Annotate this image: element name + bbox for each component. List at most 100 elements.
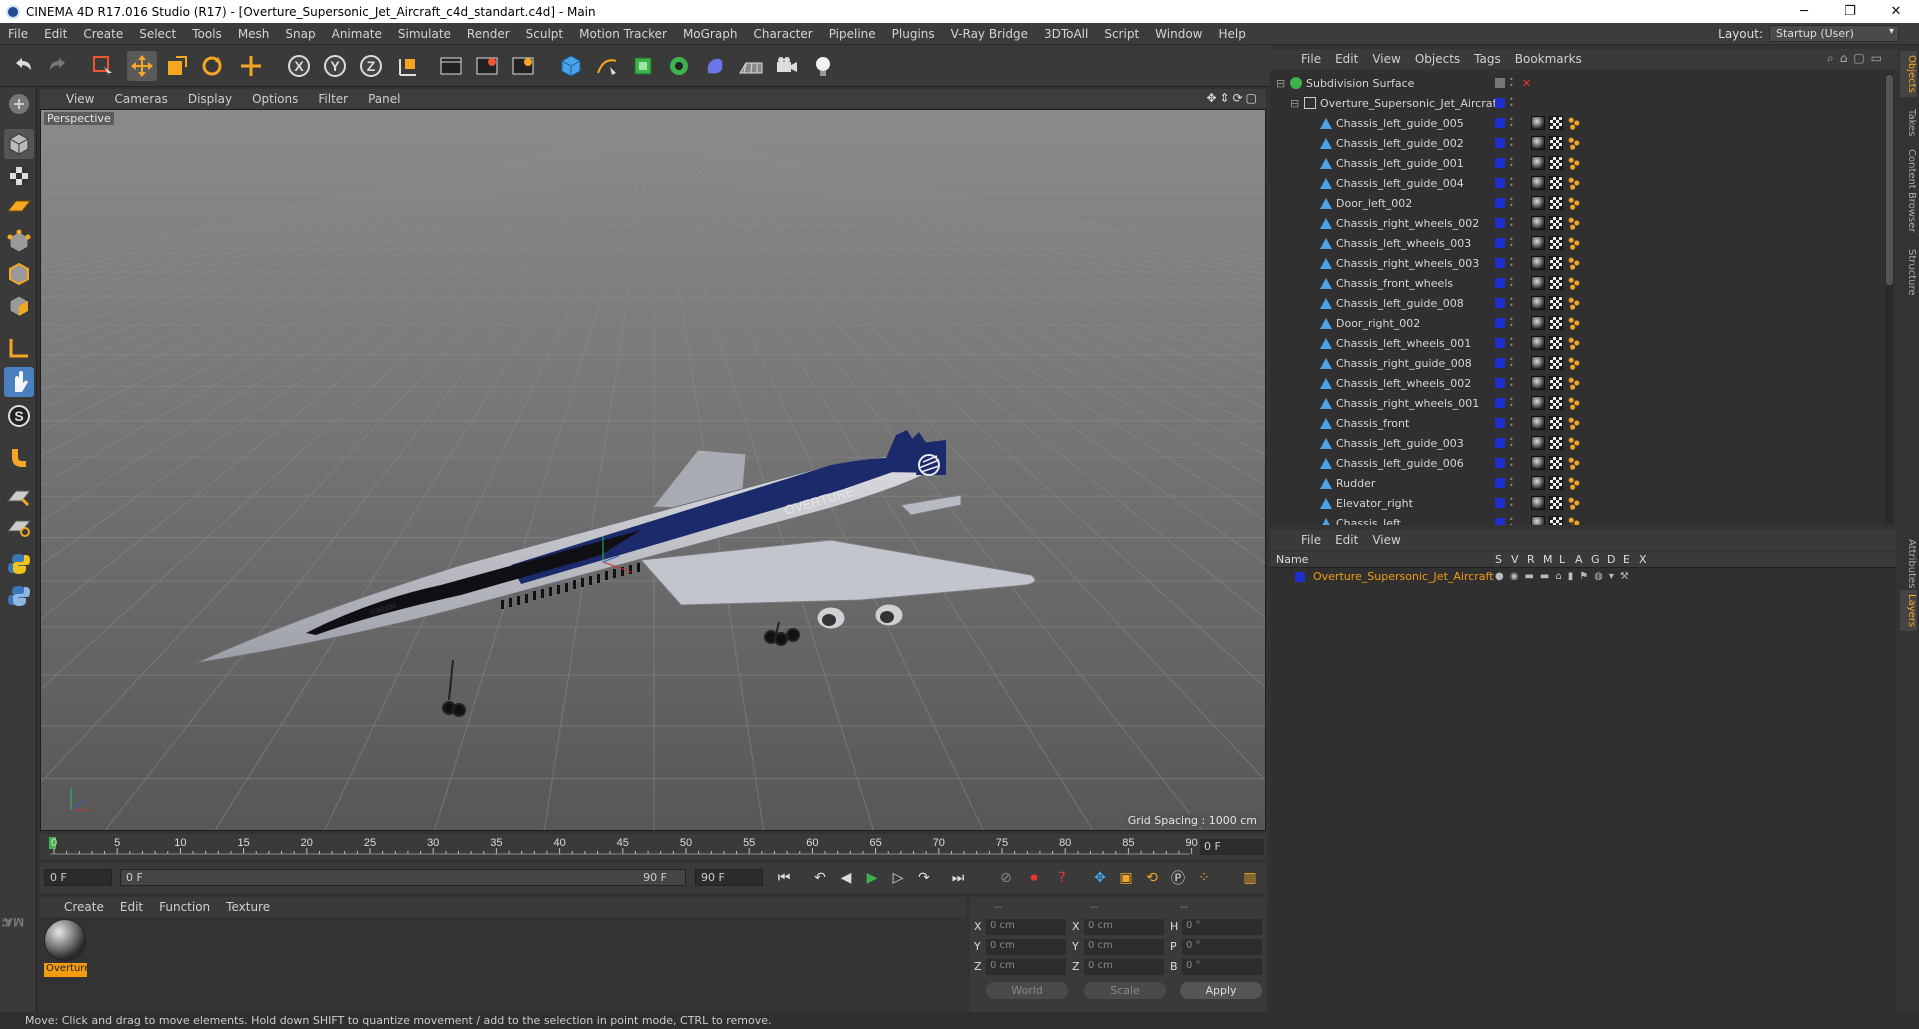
subdivision-surface-icon[interactable] — [628, 51, 658, 81]
layer-color-chip[interactable] — [1495, 178, 1505, 188]
undo-icon[interactable] — [8, 51, 38, 81]
make-editable-icon[interactable] — [4, 89, 34, 119]
object-row[interactable]: Chassis_left_wheels_002 • • — [1270, 373, 1884, 393]
object-name[interactable]: Rudder — [1336, 477, 1375, 490]
size-mode-select[interactable]: Scale — [1084, 982, 1166, 999]
object-name[interactable]: Chassis_right_wheels_002 — [1336, 217, 1479, 230]
material-menu-function[interactable]: Function — [151, 900, 218, 914]
object-name[interactable]: Chassis_left_wheels_003 — [1336, 237, 1471, 250]
object-row[interactable]: Door_left_002 • • — [1270, 193, 1884, 213]
selection-tag-icon[interactable] — [1567, 116, 1581, 130]
tweak-mode-icon[interactable] — [4, 367, 34, 397]
layer-color-chip[interactable] — [1495, 478, 1505, 488]
object-name[interactable]: Chassis_left_wheels_001 — [1336, 337, 1471, 350]
camera-object-icon[interactable] — [772, 51, 802, 81]
selection-tag-icon[interactable] — [1567, 336, 1581, 350]
uvw-tag-icon[interactable] — [1549, 196, 1563, 210]
layer-color-chip[interactable] — [1495, 338, 1505, 348]
layer-col-render[interactable]: R — [1527, 553, 1535, 566]
layer-row[interactable]: Overture_Supersonic_Jet_Aircraft ●◉▬▬⌂▮⚑… — [1270, 568, 1896, 586]
menu-window[interactable]: Window — [1147, 27, 1210, 41]
material-tag-icon[interactable] — [1531, 436, 1545, 450]
scale-tool-icon[interactable] — [162, 51, 192, 81]
pen-spline-icon[interactable] — [592, 51, 622, 81]
next-key-icon[interactable]: ↷ — [912, 867, 936, 889]
layer-color-chip[interactable] — [1495, 298, 1505, 308]
viewport-menu-view[interactable]: View — [56, 92, 104, 106]
z-axis-lock-icon[interactable]: Z — [356, 51, 386, 81]
previous-key-icon[interactable]: ↶ — [808, 867, 832, 889]
edges-mode-icon[interactable] — [4, 259, 34, 289]
material-preview-sphere[interactable] — [44, 919, 86, 961]
menu-3dtoall[interactable]: 3DToAll — [1036, 27, 1096, 41]
size-x-field[interactable]: 0 cm — [1084, 919, 1164, 935]
object-row[interactable]: Door_right_002 • • — [1270, 313, 1884, 333]
layer-col-manager[interactable]: M — [1543, 553, 1553, 566]
object-row[interactable]: Chassis_left_guide_004 • • — [1270, 173, 1884, 193]
render-view-icon[interactable] — [436, 51, 466, 81]
object-row[interactable]: Chassis_left •• — [1270, 513, 1884, 525]
layer-color-chip[interactable] — [1495, 118, 1505, 128]
visibility-toggle-dots[interactable]: •• — [1509, 356, 1514, 370]
selection-tag-icon[interactable] — [1567, 136, 1581, 150]
rotate-tool-icon[interactable] — [197, 51, 227, 81]
magnet-icon[interactable] — [4, 441, 34, 471]
3d-viewport[interactable]: OVERTURE N3800M Perspective Grid Spacing… — [40, 109, 1266, 831]
selection-tag-icon[interactable] — [1567, 316, 1581, 330]
layer-color-chip[interactable] — [1495, 258, 1505, 268]
object-row[interactable]: Chassis_front • • — [1270, 413, 1884, 433]
minimize-button[interactable]: ─ — [1781, 0, 1827, 23]
cube-object-icon[interactable] — [556, 51, 586, 81]
menu-select[interactable]: Select — [131, 27, 184, 41]
layer-col-generators[interactable]: G — [1591, 553, 1600, 566]
material-tag-icon[interactable] — [1531, 216, 1545, 230]
layer-color-chip[interactable] — [1495, 358, 1505, 368]
object-name[interactable]: Overture_Supersonic_Jet_Aircraft — [1320, 97, 1501, 110]
uvw-tag-icon[interactable] — [1549, 376, 1563, 390]
selection-tag-icon[interactable] — [1567, 196, 1581, 210]
object-name[interactable]: Chassis_left_guide_004 — [1336, 177, 1464, 190]
layer-toggle-icons[interactable]: ●◉▬▬⌂▮⚑◍▾⚒ — [1495, 571, 1635, 582]
visibility-toggle-dots[interactable]: •• — [1509, 236, 1514, 250]
selection-tag-icon[interactable] — [1567, 376, 1581, 390]
visibility-toggle-dots[interactable]: •• — [1509, 156, 1514, 170]
object-row[interactable]: Chassis_left_guide_008 • • — [1270, 293, 1884, 313]
live-selection-icon[interactable] — [88, 51, 118, 81]
render-picture-viewer-icon[interactable] — [472, 51, 502, 81]
visibility-toggle-dots[interactable]: •• — [1509, 116, 1514, 130]
layer-col-deformers[interactable]: D — [1607, 553, 1615, 566]
cloner-icon[interactable] — [664, 51, 694, 81]
selection-tag-icon[interactable] — [1567, 456, 1581, 470]
viewport-menu-display[interactable]: Display — [178, 92, 242, 106]
layout-select[interactable]: Startup (User) — [1769, 25, 1899, 42]
material-tag-icon[interactable] — [1531, 376, 1545, 390]
uvw-tag-icon[interactable] — [1549, 176, 1563, 190]
selection-tag-icon[interactable] — [1567, 416, 1581, 430]
object-row[interactable]: Chassis_right_wheels_002 • • — [1270, 213, 1884, 233]
menu-mesh[interactable]: Mesh — [230, 27, 278, 41]
model-mode-icon[interactable] — [4, 129, 34, 159]
play-forward-icon[interactable]: ▶ — [860, 867, 884, 889]
material-tag-icon[interactable] — [1531, 296, 1545, 310]
go-to-start-icon[interactable]: ⏮ — [772, 867, 796, 889]
object-name[interactable]: Subdivision Surface — [1306, 77, 1414, 90]
object-name[interactable]: Chassis_front_wheels — [1336, 277, 1453, 290]
object-name[interactable]: Chassis_right_wheels_001 — [1336, 397, 1479, 410]
layers-menu-file[interactable]: File — [1294, 533, 1328, 547]
key-position-icon[interactable]: ✥ — [1088, 867, 1112, 889]
uvw-tag-icon[interactable] — [1549, 116, 1563, 130]
object-name[interactable]: Chassis_left_wheels_002 — [1336, 377, 1471, 390]
selection-tag-icon[interactable] — [1567, 176, 1581, 190]
expand-toggle-icon[interactable]: ⊟ — [1276, 77, 1285, 90]
uvw-tag-icon[interactable] — [1549, 516, 1563, 525]
menu-simulate[interactable]: Simulate — [390, 27, 459, 41]
floor-object-icon[interactable] — [736, 51, 766, 81]
timeline-ruler[interactable]: 0 5 10 15 20 25 30 35 40 45 50 55 60 65 70 75 80 85 90 0 F — [40, 834, 1266, 859]
material-tag-icon[interactable] — [1531, 156, 1545, 170]
menu-vray-bridge[interactable]: V-Ray Bridge — [943, 27, 1036, 41]
uvw-tag-icon[interactable] — [1549, 436, 1563, 450]
object-row[interactable]: Chassis_front_wheels • • — [1270, 273, 1884, 293]
current-frame-field[interactable]: 0 F — [1200, 839, 1264, 855]
layer-color-chip[interactable] — [1495, 138, 1505, 148]
visibility-toggle-dots[interactable]: •• — [1509, 76, 1514, 90]
